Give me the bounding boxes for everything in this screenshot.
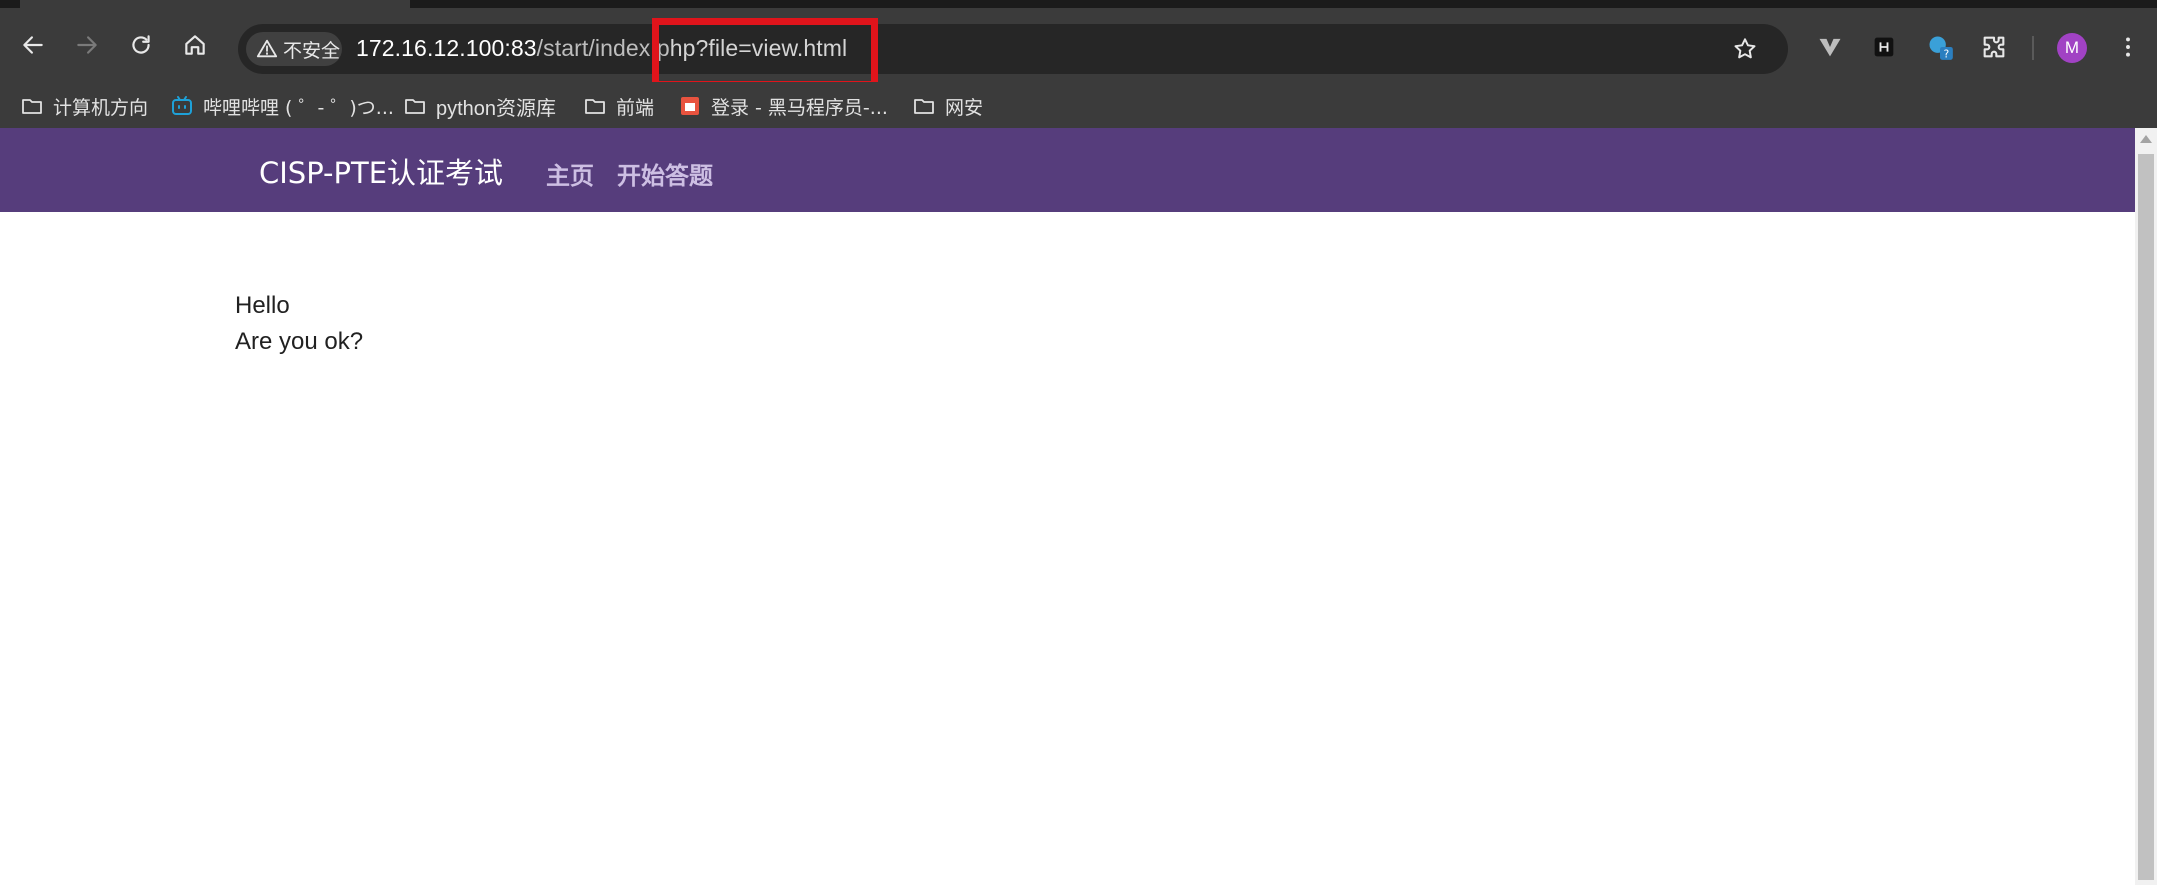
folder-icon — [585, 99, 605, 114]
vertical-scrollbar[interactable] — [2135, 128, 2157, 885]
arrow-left-icon — [23, 36, 43, 54]
profile-avatar[interactable]: M — [2057, 33, 2087, 63]
bookmark-label: 登录 - 黑马程序员-... — [711, 96, 888, 119]
tab-strip — [0, 0, 2157, 8]
nav-link-start-quiz[interactable]: 开始答题 — [617, 156, 713, 191]
bookmark-label: 计算机方向 — [53, 96, 149, 119]
url-host: 172.16.12.100:83 — [356, 35, 537, 61]
bookmark-item[interactable]: 前端 — [583, 92, 654, 120]
svg-text:?: ? — [1944, 49, 1950, 61]
bookmark-item[interactable]: 网安 — [912, 92, 983, 120]
toolbar-divider — [2032, 36, 2034, 60]
bookmark-item[interactable]: python资源库 — [403, 92, 556, 120]
arrow-right-icon — [77, 36, 97, 54]
url-path: /start/index.p — [536, 35, 670, 61]
h-square-icon — [1874, 37, 1894, 57]
bookmark-item[interactable]: 计算机方向 — [20, 92, 148, 120]
content-line: Are you ok? — [235, 328, 364, 355]
active-tab-edge[interactable] — [20, 0, 410, 8]
home-button[interactable] — [180, 30, 210, 60]
bookmarks-bar: 计算机方向 哔哩哔哩 ( ゜- ゜)つ... python资源库 前端 登录 -… — [0, 82, 2157, 128]
home-icon — [185, 35, 205, 55]
security-indicator[interactable]: 不安全 — [246, 32, 342, 66]
back-button[interactable] — [18, 30, 48, 60]
nav-link-home[interactable]: 主页 — [546, 156, 594, 191]
url-highlight-annotation — [652, 18, 878, 88]
bookmark-label: 网安 — [945, 96, 984, 119]
site-navbar: CISP-PTE认证考试 主页 开始答题 — [0, 128, 2135, 212]
security-label: 不安全 — [283, 39, 341, 62]
extensions-menu-button[interactable] — [1979, 32, 2009, 62]
star-icon — [1734, 38, 1756, 59]
bookmark-label: 哔哩哔哩 ( ゜- ゜)つ... — [203, 96, 394, 119]
heima-icon — [681, 97, 699, 115]
menu-button[interactable] — [2113, 32, 2143, 62]
extension-help-button[interactable]: ? — [1925, 32, 1955, 62]
puzzle-help-icon: ? — [1929, 36, 1953, 61]
bilibili-icon — [172, 96, 192, 115]
bookmark-label: python资源库 — [436, 97, 557, 120]
bookmark-star-button[interactable] — [1730, 34, 1760, 64]
folder-icon — [22, 99, 42, 114]
bookmark-item[interactable]: 登录 - 黑马程序员-... — [678, 92, 888, 120]
page-content: Hello Are you ok? — [235, 288, 363, 360]
content-line: Hello — [235, 292, 290, 319]
folder-icon — [914, 99, 934, 114]
site-brand[interactable]: CISP-PTE认证考试 — [259, 150, 503, 192]
folder-icon — [405, 99, 425, 114]
reload-icon — [132, 35, 150, 54]
warning-triangle-icon — [256, 39, 278, 58]
extension-v-button[interactable] — [1815, 32, 1845, 62]
puzzle-icon — [1983, 36, 2005, 58]
address-bar[interactable]: 不安全 172.16.12.100:83/start/index.php?fil… — [238, 24, 1788, 74]
scroll-up-arrow-icon[interactable] — [2140, 135, 2152, 143]
v-logo-icon — [1819, 38, 1841, 57]
forward-button[interactable] — [72, 30, 102, 60]
extension-h-button[interactable] — [1869, 32, 1899, 62]
scroll-thumb[interactable] — [2138, 154, 2154, 880]
reload-button[interactable] — [126, 30, 156, 60]
kebab-menu-icon — [2126, 37, 2130, 57]
browser-toolbar: 不安全 172.16.12.100:83/start/index.php?fil… — [0, 8, 2157, 88]
bookmark-item[interactable]: 哔哩哔哩 ( ゜- ゜)つ... — [170, 92, 394, 120]
bookmark-label: 前端 — [616, 96, 655, 119]
